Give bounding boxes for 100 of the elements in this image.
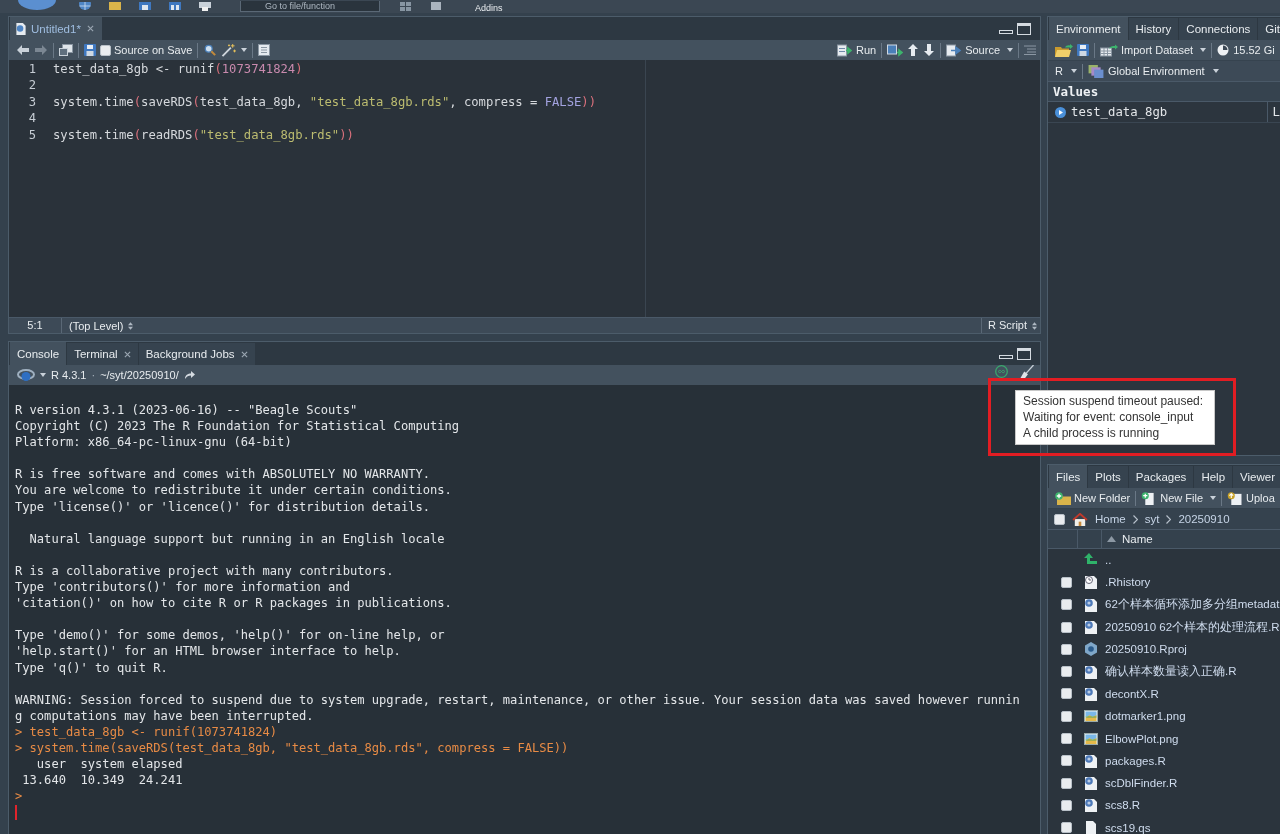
working-directory[interactable]: ~/syt/20250910/ <box>100 369 179 381</box>
language-menu[interactable]: R <box>1055 65 1077 77</box>
pie-chart-icon[interactable] <box>1217 44 1230 56</box>
printer-icon[interactable] <box>199 2 211 11</box>
checkbox-label[interactable]: Source on Save <box>114 44 193 56</box>
files-tab[interactable]: Files <box>1049 465 1088 488</box>
console-tab[interactable]: Background Jobs <box>138 343 255 365</box>
save-icon[interactable] <box>84 44 96 56</box>
close-icon[interactable] <box>123 350 131 358</box>
checkbox[interactable] <box>1060 643 1072 655</box>
file-name-link[interactable]: dotmarker1.png <box>1105 710 1186 723</box>
save-icon[interactable] <box>139 2 151 11</box>
file-name-link[interactable]: 62个样本循环添加多分组metadat <box>1105 597 1280 613</box>
checkbox[interactable] <box>1054 513 1065 525</box>
breadcrumb-link[interactable]: Home <box>1095 513 1126 525</box>
checkbox[interactable] <box>1060 666 1072 678</box>
checkbox[interactable] <box>1060 576 1072 588</box>
caret-icon[interactable] <box>40 373 46 377</box>
code-line: system.time(readRDS("test_data_8gb.rds")) <box>53 126 354 143</box>
addins-menu[interactable]: Addins <box>475 3 503 13</box>
new-folder-button[interactable]: New Folder <box>1055 489 1131 507</box>
editor-tab[interactable]: Untitled1* <box>10 17 102 40</box>
open-folder-icon[interactable] <box>1055 43 1073 57</box>
file-name-link[interactable]: 20250910.Rproj <box>1105 643 1187 656</box>
environment-tab[interactable]: Git <box>1258 18 1280 40</box>
rerun-icon[interactable] <box>887 43 904 57</box>
back-arrow-icon[interactable] <box>16 44 30 56</box>
down-arrow-icon[interactable] <box>923 44 936 56</box>
checkbox[interactable] <box>1060 688 1072 700</box>
environment-tab[interactable]: History <box>1128 18 1179 40</box>
maximize-icon[interactable] <box>1017 23 1031 35</box>
parent-folder-link[interactable]: .. <box>1105 554 1112 567</box>
script-document-icon <box>1084 776 1098 791</box>
caret-icon[interactable] <box>241 48 248 52</box>
files-tab[interactable]: Packages <box>1128 466 1194 488</box>
environment-tab[interactable]: Connections <box>1179 18 1258 40</box>
console-input-line: > <box>15 788 23 805</box>
source-button[interactable]: Source <box>946 41 1013 59</box>
save-icon[interactable] <box>1077 44 1089 56</box>
close-icon[interactable] <box>240 350 248 358</box>
files-tab[interactable]: Viewer <box>1233 466 1280 488</box>
checkbox[interactable] <box>1060 621 1072 633</box>
checkbox[interactable] <box>1060 733 1072 744</box>
breadcrumb-link[interactable]: syt <box>1144 513 1160 525</box>
window-icon[interactable] <box>59 44 73 56</box>
outline-icon[interactable] <box>1024 44 1036 56</box>
files-tab[interactable]: Plots <box>1088 466 1128 488</box>
grid-icon[interactable] <box>400 2 412 11</box>
infinity-circle-icon[interactable] <box>995 365 1008 378</box>
close-icon[interactable] <box>86 25 94 32</box>
addins-icon[interactable] <box>430 2 442 11</box>
checkbox[interactable] <box>1060 822 1072 834</box>
checkbox[interactable] <box>1060 755 1072 767</box>
console-tab[interactable]: Console <box>10 342 67 365</box>
file-name-link[interactable]: packages.R <box>1105 754 1166 767</box>
environment-menu[interactable]: Global Environment <box>1087 64 1219 78</box>
file-type-menu[interactable]: R Script <box>980 318 1040 333</box>
file-name-link[interactable]: decontX.R <box>1105 687 1159 700</box>
maximize-icon[interactable] <box>1017 348 1031 360</box>
console-tab[interactable]: Terminal <box>67 343 138 365</box>
globe-icon[interactable] <box>79 2 91 11</box>
search-field[interactable]: Go to file/function <box>240 1 380 12</box>
checkbox[interactable] <box>100 44 111 56</box>
logo-icon[interactable] <box>18 0 56 10</box>
file-name-link[interactable]: scDblFinder.R <box>1105 777 1178 790</box>
files-tab[interactable]: Help <box>1194 466 1233 488</box>
breadcrumb-link[interactable]: 20250910 <box>1178 513 1230 525</box>
import-dataset-button[interactable]: Import Dataset <box>1100 41 1207 59</box>
logo-icon[interactable] <box>17 368 35 382</box>
file-name-link[interactable]: 确认样本数量读入正确.R <box>1105 664 1237 680</box>
notebook-icon[interactable] <box>258 44 271 56</box>
home-icon[interactable] <box>1072 512 1088 526</box>
console-output-line: Platform: x86_64-pc-linux-gnu (64-bit) <box>15 434 292 451</box>
search-icon[interactable] <box>203 44 218 56</box>
new-file-button[interactable]: New File <box>1141 489 1217 507</box>
broom-icon[interactable] <box>1019 365 1035 378</box>
checkbox[interactable] <box>1060 799 1072 811</box>
folder-icon[interactable] <box>109 2 121 11</box>
file-name-link[interactable]: scs8.R <box>1105 799 1141 812</box>
save-all-icon[interactable] <box>169 2 181 11</box>
play-circle-icon[interactable] <box>1055 106 1066 118</box>
file-name-link[interactable]: scs19.qs <box>1105 821 1151 834</box>
up-arrow-icon[interactable] <box>907 44 920 56</box>
checkbox[interactable] <box>1060 777 1072 789</box>
scope-menu[interactable]: (Top Level) <box>62 319 134 332</box>
script-document-icon <box>1084 686 1098 701</box>
checkbox[interactable] <box>1060 710 1072 722</box>
run-button[interactable]: Run <box>836 41 877 59</box>
redirect-arrow-icon[interactable] <box>183 369 196 381</box>
upload-button[interactable]: Uploa <box>1227 489 1275 507</box>
variable-row[interactable]: test_data_8gb L <box>1048 102 1280 123</box>
checkbox[interactable] <box>1060 599 1072 611</box>
environment-tab[interactable]: Environment <box>1049 17 1128 40</box>
console-output-line: R is a collaborative project with many contributors. <box>15 562 394 580</box>
file-name-link[interactable]: .Rhistory <box>1105 576 1151 589</box>
memory-usage[interactable]: 15.52 Gi <box>1233 44 1275 56</box>
file-name-link[interactable]: 20250910 62个样本的处理流程.R <box>1105 619 1280 635</box>
name-column-header[interactable]: Name <box>1102 530 1153 548</box>
file-name-link[interactable]: ElbowPlot.png <box>1105 732 1179 745</box>
magic-wand-icon[interactable] <box>221 43 238 57</box>
